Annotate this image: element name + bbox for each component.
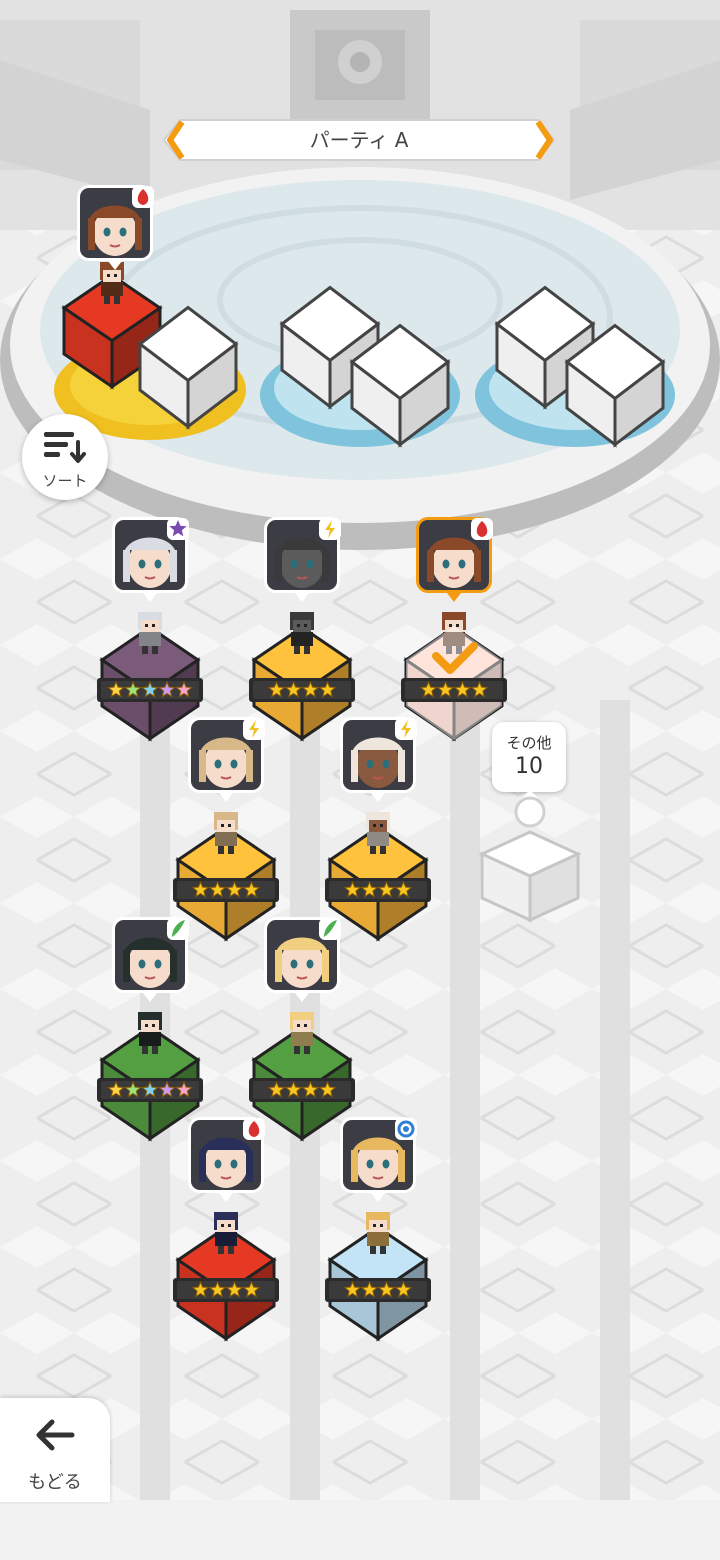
star-rating bbox=[325, 878, 431, 902]
star-rating bbox=[173, 878, 279, 902]
brown-haired-boy-portrait bbox=[416, 517, 493, 602]
others-count: 10 bbox=[515, 754, 543, 779]
star-rating bbox=[401, 678, 507, 702]
next-party-button[interactable] bbox=[532, 118, 556, 162]
character-card[interactable] bbox=[249, 917, 355, 1142]
others-empty-slot[interactable] bbox=[478, 790, 582, 926]
sort-button[interactable]: ソート bbox=[22, 414, 108, 500]
sort-icon bbox=[44, 432, 86, 463]
roster-area[interactable] bbox=[0, 0, 720, 1560]
navy-haired-fighter-portrait bbox=[188, 1117, 265, 1202]
green-visor-robot-portrait bbox=[264, 517, 341, 602]
prev-party-button[interactable] bbox=[164, 118, 188, 162]
character-card[interactable] bbox=[325, 1117, 431, 1342]
star-rating bbox=[325, 1278, 431, 1302]
star-rating bbox=[97, 678, 203, 702]
character-card[interactable] bbox=[97, 517, 203, 742]
back-label: もどる bbox=[28, 1472, 82, 1493]
character-card[interactable] bbox=[401, 517, 507, 742]
water-element-icon bbox=[397, 1120, 415, 1138]
star-rating bbox=[249, 678, 355, 702]
back-button[interactable]: もどる bbox=[0, 1398, 110, 1502]
arrow-left-icon bbox=[36, 1419, 75, 1451]
chevron-right-icon bbox=[535, 120, 553, 160]
star-rating bbox=[173, 1278, 279, 1302]
others-bubble[interactable]: その他 10 bbox=[492, 722, 566, 792]
blonde-elf-portrait bbox=[264, 917, 341, 1002]
character-card[interactable] bbox=[173, 1117, 279, 1342]
silver-haired-girl-portrait bbox=[112, 517, 189, 602]
star-rating bbox=[97, 1078, 203, 1102]
blonde-woman-portrait bbox=[188, 717, 265, 802]
others-label: その他 bbox=[506, 734, 552, 752]
star-rating bbox=[249, 1078, 355, 1102]
sort-label: ソート bbox=[42, 472, 88, 490]
white-haired-warrior-portrait bbox=[340, 717, 417, 802]
chevron-left-icon bbox=[167, 120, 185, 160]
character-card[interactable] bbox=[325, 717, 431, 942]
party-title: パーティ A bbox=[309, 128, 409, 152]
blonde-knight-portrait bbox=[340, 1117, 417, 1202]
character-card[interactable] bbox=[97, 917, 203, 1142]
character-card[interactable] bbox=[249, 517, 355, 742]
character-card[interactable] bbox=[173, 717, 279, 942]
dark-haired-maid-portrait bbox=[112, 917, 189, 1002]
bottom-bar bbox=[0, 1500, 720, 1560]
